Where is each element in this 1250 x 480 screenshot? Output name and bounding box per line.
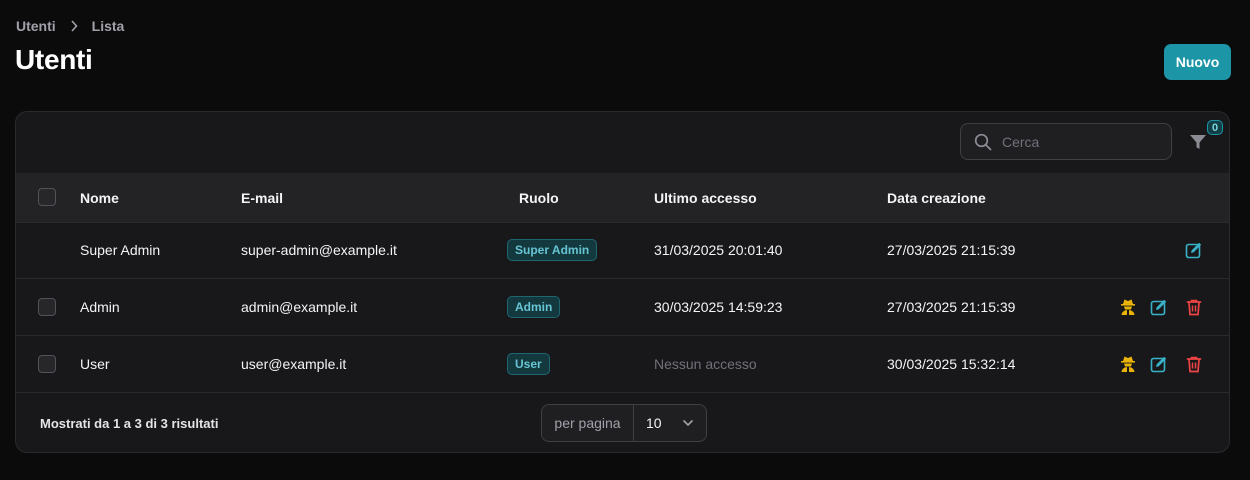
breadcrumb: Utenti Lista: [16, 18, 124, 34]
role-badge: Super Admin: [507, 239, 598, 261]
chevron-right-icon: [70, 20, 78, 32]
page-title: Utenti: [15, 44, 93, 75]
column-header-role[interactable]: Ruolo: [519, 173, 559, 222]
per-page-select[interactable]: per pagina 10: [541, 404, 707, 442]
user-email: super-admin@example.it: [241, 242, 397, 258]
results-summary: Mostrati da 1 a 3 di 3 risultati: [40, 416, 219, 431]
per-page-label: per pagina: [542, 405, 634, 441]
search-box[interactable]: [960, 123, 1172, 160]
user-last-access: 30/03/2025 14:59:23: [654, 299, 783, 315]
table-row: Admin admin@example.it Admin 30/03/2025 …: [16, 279, 1229, 336]
row-checkbox[interactable]: [38, 298, 56, 316]
user-secret-icon[interactable]: [1119, 298, 1137, 316]
user-created: 27/03/2025 21:15:39: [887, 299, 1016, 315]
table-row: Super Admin super-admin@example.it Super…: [16, 222, 1229, 279]
role-cell: Super Admin: [507, 222, 598, 278]
user-name: Admin: [80, 299, 120, 315]
user-name: User: [80, 356, 110, 372]
user-email: user@example.it: [241, 356, 347, 372]
column-header-last-access[interactable]: Ultimo accesso: [654, 173, 757, 222]
breadcrumb-item-lista: Lista: [91, 18, 125, 34]
user-email: admin@example.it: [241, 299, 358, 315]
column-header-name[interactable]: Nome: [80, 173, 119, 222]
user-created: 30/03/2025 15:32:14: [887, 356, 1016, 372]
breadcrumb-item-utenti[interactable]: Utenti: [16, 18, 56, 34]
column-header-created[interactable]: Data creazione: [887, 173, 986, 222]
per-page-value[interactable]: 10: [646, 415, 676, 431]
funnel-icon[interactable]: [1188, 132, 1208, 152]
trash-icon[interactable]: [1185, 298, 1203, 316]
column-header-email[interactable]: E-mail: [241, 173, 283, 222]
row-checkbox[interactable]: [38, 355, 56, 373]
table-row: User user@example.it User Nessun accesso…: [16, 336, 1229, 393]
role-cell: User: [507, 336, 550, 392]
users-table-card: 0 Nome E-mail Ruolo Ultimo accesso Data …: [15, 111, 1230, 453]
role-cell: Admin: [507, 279, 561, 335]
role-badge: Admin: [507, 296, 561, 318]
user-created: 27/03/2025 21:15:39: [887, 242, 1016, 258]
chevron-down-icon[interactable]: [682, 419, 694, 427]
filter-count-badge: 0: [1207, 120, 1223, 135]
user-last-access: Nessun accesso: [654, 356, 757, 372]
table-header: Nome E-mail Ruolo Ultimo accesso Data cr…: [16, 173, 1229, 223]
select-all-checkbox[interactable]: [38, 188, 56, 206]
search-input[interactable]: [1000, 132, 1164, 151]
search-icon: [974, 133, 992, 151]
user-secret-icon[interactable]: [1119, 355, 1137, 373]
user-last-access: 31/03/2025 20:01:40: [654, 242, 783, 258]
user-name: Super Admin: [80, 242, 161, 258]
edit-icon[interactable]: [1150, 298, 1168, 316]
edit-icon[interactable]: [1150, 355, 1168, 373]
role-badge: User: [507, 353, 550, 375]
table-toolbar: 0: [16, 112, 1229, 174]
edit-icon[interactable]: [1185, 241, 1203, 259]
trash-icon[interactable]: [1185, 355, 1203, 373]
table-footer: Mostrati da 1 a 3 di 3 risultati per pag…: [16, 393, 1229, 452]
new-user-button[interactable]: Nuovo: [1164, 44, 1231, 80]
